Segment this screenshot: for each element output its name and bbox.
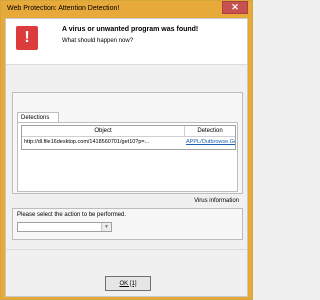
object-cell: http://dl.file16desktop.com/1418560701/g… [24,139,150,145]
chevron-down-icon[interactable]: ▼ [101,223,111,231]
action-label: Please select the action to be performed… [17,212,127,218]
table-row[interactable]: http://dl.file16desktop.com/1418560701/g… [22,137,235,148]
column-header-detection[interactable]: Detection [185,126,235,136]
alert-title: A virus or unwanted program was found! [62,26,199,33]
action-group: Please select the action to be performed… [12,208,243,240]
virus-information-label: Virus information [194,198,239,204]
column-header-object[interactable]: Object [22,126,185,136]
footer-divider [6,249,247,250]
action-select[interactable]: ▼ [17,222,112,232]
detections-tab-body: Object Detection http://dl.file16desktop… [17,122,238,192]
exclamation-glyph: ! [24,29,30,46]
ok-button-label: OK [1] [119,280,137,287]
detections-panel: Detections Object Detection http://dl.fi… [12,92,243,194]
title-bar[interactable]: Web Protection: Attention Detection! ✕ [1,1,252,17]
window-title: Web Protection: Attention Detection! [7,5,120,12]
close-button[interactable]: ✕ [222,1,248,14]
table-header: Object Detection [22,126,235,137]
exclamation-icon: ! [16,26,38,50]
alert-subtitle: What should happen now? [62,38,134,44]
dialog-window: Web Protection: Attention Detection! ✕ !… [0,0,253,300]
close-icon: ✕ [231,2,239,12]
dialog-body: ! A virus or unwanted program was found!… [5,18,248,297]
ok-button[interactable]: OK [1] [105,276,151,291]
alert-header: ! A virus or unwanted program was found!… [6,19,247,65]
detection-link[interactable]: APPL/Outbrowse.Gen [186,137,235,148]
detections-table: Object Detection http://dl.file16desktop… [21,125,236,150]
